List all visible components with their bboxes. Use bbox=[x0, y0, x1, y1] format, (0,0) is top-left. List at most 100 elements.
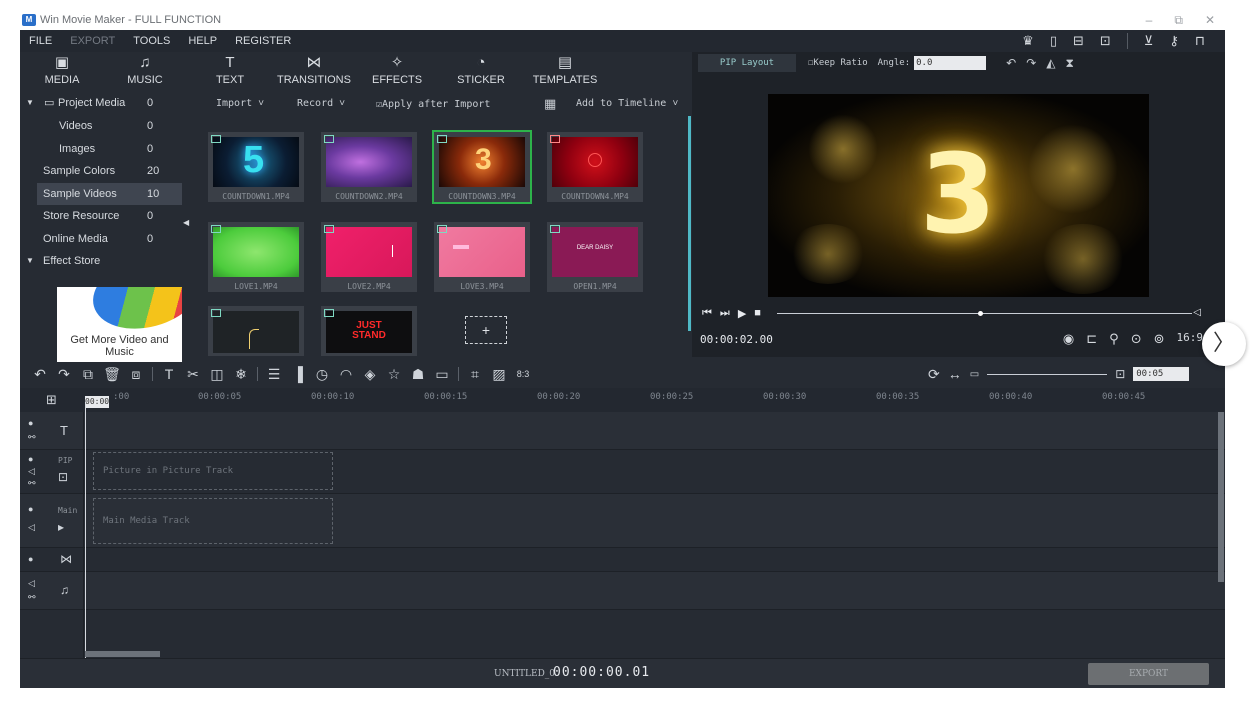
media-clip[interactable]: 5 COUNTDOWN1.MP4 bbox=[208, 132, 304, 202]
camera-icon[interactable]: ⊏ bbox=[1086, 331, 1097, 347]
mosaic-icon[interactable]: ▨ bbox=[487, 366, 511, 383]
freeze-icon[interactable]: ❄ bbox=[229, 366, 253, 383]
zoom-out-icon[interactable]: ▭ bbox=[970, 369, 979, 380]
key-icon[interactable]: ⚷ bbox=[1169, 33, 1179, 49]
record-screen-icon[interactable]: ⊙ bbox=[1131, 331, 1142, 347]
transition-track[interactable]: ● ⋈ bbox=[20, 548, 1225, 572]
aspect-ratio-button[interactable]: 16:9 bbox=[1177, 331, 1204, 347]
tab-music[interactable]: ♫ MUSIC bbox=[125, 52, 165, 92]
skip-start-icon[interactable]: ⏮ bbox=[702, 307, 712, 320]
visibility-icon[interactable]: ● bbox=[28, 554, 33, 564]
media-clip[interactable]: LOVE2.MP4 bbox=[321, 222, 417, 292]
music-track[interactable]: ◁ ⚯ ♫ bbox=[20, 572, 1225, 610]
adjust-icon[interactable]: ☰ bbox=[262, 366, 286, 383]
person-icon[interactable]: ☗ bbox=[406, 366, 430, 383]
sidebar-item-sample-colors[interactable]: Sample Colors 20 bbox=[20, 160, 182, 182]
playback-progress-track[interactable] bbox=[777, 313, 1192, 314]
split-icon[interactable]: ◫ bbox=[205, 366, 229, 383]
add-media-button[interactable]: + bbox=[465, 316, 507, 344]
link-icon[interactable]: ⚯ bbox=[28, 592, 36, 603]
resolution-icon[interactable]: 8:3 bbox=[511, 369, 535, 379]
rotate-right-icon[interactable]: ↷ bbox=[1026, 56, 1036, 71]
mute-icon[interactable]: ◁ bbox=[28, 578, 35, 589]
promo-banner[interactable]: Get More Video and Music bbox=[57, 287, 182, 362]
sidebar-item-effect-store[interactable]: ▼ Effect Store bbox=[20, 250, 182, 272]
pip-layout-button[interactable]: PIP Layout bbox=[698, 54, 796, 72]
add-to-timeline-dropdown[interactable]: Add to Timeline ˅ bbox=[576, 98, 678, 110]
menu-help[interactable]: HELP bbox=[179, 35, 226, 47]
pip-track[interactable]: ● ◁ ⚯ PIP ⊡ Picture in Picture Track bbox=[20, 450, 1225, 494]
undo-icon[interactable]: ↶ bbox=[28, 366, 52, 383]
tab-effects[interactable]: ✧ EFFECTS bbox=[372, 52, 422, 92]
pip-drop-zone[interactable]: Picture in Picture Track bbox=[93, 452, 333, 490]
playback-progress-handle[interactable] bbox=[978, 311, 984, 316]
sidebar-item-videos[interactable]: Videos 0 bbox=[20, 115, 182, 137]
play-icon[interactable]: ▶ bbox=[738, 307, 746, 320]
volume-icon[interactable]: ◁ bbox=[1193, 307, 1201, 318]
timeline-horizontal-scrollbar[interactable] bbox=[85, 651, 160, 657]
link-icon[interactable]: ⚯ bbox=[28, 432, 36, 443]
step-forward-icon[interactable]: ⏭ bbox=[720, 307, 730, 320]
media-clip[interactable]: DEAR DAISY OPEN1.MP4 bbox=[547, 222, 643, 292]
timeline-vertical-scrollbar[interactable] bbox=[1218, 412, 1224, 582]
visibility-icon[interactable]: ● bbox=[28, 418, 33, 428]
copy-icon[interactable]: ⧉ bbox=[76, 366, 100, 383]
lock-icon[interactable]: ⊓ bbox=[1195, 33, 1205, 49]
microphone-icon[interactable]: ⚲ bbox=[1109, 331, 1119, 347]
duration-icon[interactable]: ◷ bbox=[310, 366, 334, 383]
audio-mixer-icon[interactable]: ▐ bbox=[286, 366, 310, 382]
collapse-sidebar-icon[interactable]: ◀ bbox=[183, 218, 189, 227]
flip-vertical-icon[interactable]: ⧗ bbox=[1065, 56, 1073, 71]
redo-icon[interactable]: ↷ bbox=[52, 366, 76, 383]
zoom-in-icon[interactable]: ⊡ bbox=[1115, 367, 1125, 381]
delete-icon[interactable]: 🗑 bbox=[100, 366, 124, 383]
text-track[interactable]: ● ⚯ T bbox=[20, 412, 1225, 450]
snapshot-icon[interactable]: ⊚ bbox=[1154, 331, 1165, 347]
link-icon[interactable]: ⚯ bbox=[28, 478, 36, 489]
sidebar-item-store-resource[interactable]: Store Resource 0 bbox=[20, 205, 182, 227]
tab-transitions[interactable]: ⋈ TRANSITIONS bbox=[276, 52, 352, 92]
timeline-playhead[interactable] bbox=[85, 402, 86, 666]
timeline-ruler[interactable]: ⊞ 00:00 :00 00:00:05 00:00:10 00:00:15 0… bbox=[20, 388, 1225, 412]
media-clip[interactable]: LOVE3.MP4 bbox=[434, 222, 530, 292]
sidebar-item-project-media[interactable]: ▼ ▭ Project Media 0 bbox=[20, 92, 182, 114]
stop-icon[interactable]: ■ bbox=[754, 307, 761, 320]
menu-tools[interactable]: TOOLS bbox=[124, 35, 179, 47]
zoom-slider[interactable] bbox=[987, 373, 1108, 375]
close-button[interactable]: ✕ bbox=[1205, 13, 1215, 27]
visibility-icon[interactable]: ● bbox=[28, 454, 33, 464]
expand-arrow-icon[interactable]: ▼ bbox=[26, 250, 34, 272]
sync-icon[interactable]: ⟳ bbox=[928, 366, 940, 383]
paste-icon[interactable]: ⧈ bbox=[124, 366, 148, 383]
sidebar-item-sample-videos[interactable]: Sample Videos 10 bbox=[37, 183, 182, 205]
zoom-value-input[interactable]: 00:05 bbox=[1133, 367, 1190, 381]
empty-track-area[interactable] bbox=[20, 610, 1225, 658]
mute-icon[interactable]: ◁ bbox=[28, 466, 35, 477]
tab-templates[interactable]: ▤ TEMPLATES bbox=[532, 52, 598, 92]
flip-horizontal-icon[interactable]: ◭ bbox=[1046, 56, 1055, 71]
cart-icon[interactable]: ⊻ bbox=[1144, 33, 1154, 49]
main-media-track[interactable]: ● ◁ Main ▸ Main Media Track bbox=[20, 494, 1225, 548]
expand-arrow-icon[interactable]: ▼ bbox=[26, 92, 34, 114]
tab-media[interactable]: ▣ MEDIA bbox=[42, 52, 82, 92]
next-arrow-icon[interactable]: 〉 bbox=[1202, 322, 1246, 366]
media-scrollbar[interactable] bbox=[688, 116, 691, 331]
export-button[interactable]: EXPORT bbox=[1088, 663, 1209, 685]
sidebar-item-images[interactable]: Images 0 bbox=[20, 138, 182, 160]
media-clip[interactable]: COUNTDOWN2.MP4 bbox=[321, 132, 417, 202]
open-folder-icon[interactable]: ⊟ bbox=[1073, 33, 1084, 49]
video-preview-screen[interactable]: 3 bbox=[768, 94, 1149, 297]
timeline-layout-icon[interactable]: ⊞ bbox=[46, 392, 57, 408]
new-project-icon[interactable]: ▯ bbox=[1050, 33, 1057, 49]
import-dropdown[interactable]: Import ˅ bbox=[216, 98, 264, 110]
apply-after-import-checkbox[interactable]: ☑Apply after Import bbox=[376, 99, 490, 110]
tab-text[interactable]: T TEXT bbox=[210, 52, 250, 92]
media-clip[interactable] bbox=[208, 306, 304, 356]
palette-icon[interactable]: ◉ bbox=[1063, 331, 1074, 347]
save-icon[interactable]: ⊡ bbox=[1100, 33, 1111, 49]
rotate-left-icon[interactable]: ↶ bbox=[1006, 56, 1016, 71]
angle-input[interactable]: 0.0 bbox=[914, 56, 987, 70]
grid-view-icon[interactable]: ▦ bbox=[544, 96, 556, 112]
cut-icon[interactable]: ✂ bbox=[181, 366, 205, 383]
speed-icon[interactable]: ◠ bbox=[334, 366, 358, 383]
